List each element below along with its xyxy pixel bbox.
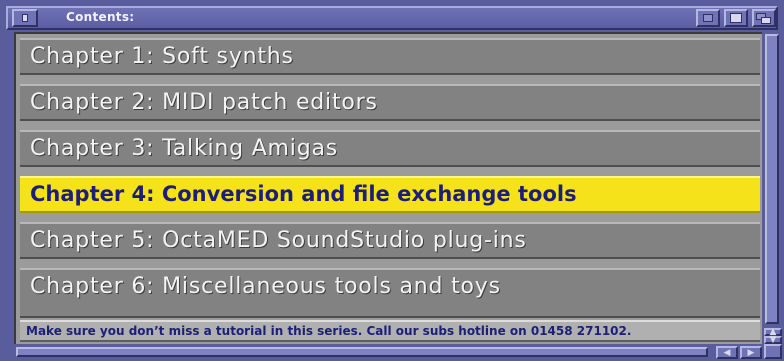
- close-icon[interactable]: [12, 9, 38, 27]
- zoom-icon[interactable]: [724, 9, 748, 27]
- subscription-notice: Make sure you don’t miss a tutorial in t…: [20, 320, 760, 342]
- vertical-scrollbar[interactable]: [764, 32, 780, 326]
- chapter-item-5[interactable]: Chapter 5: OctaMED SoundStudio plug-ins: [20, 222, 760, 259]
- chapter-item-2[interactable]: Chapter 2: MIDI patch editors: [20, 84, 760, 121]
- arrow-right-icon[interactable]: ▶: [740, 346, 762, 359]
- chapter-item-4-selected[interactable]: Chapter 4: Conversion and file exchange …: [20, 176, 760, 213]
- arrow-down-icon[interactable]: ▼: [764, 336, 782, 345]
- iconify-icon[interactable]: [696, 9, 720, 27]
- chapter-list: Chapter 1: Soft synths Chapter 2: MIDI p…: [14, 32, 762, 344]
- horizontal-scrollbar[interactable]: [14, 346, 714, 358]
- contents-window: Contents: Chapter 1: Soft synths Chapter…: [0, 0, 784, 361]
- chapter-item-6[interactable]: Chapter 6: Miscellaneous tools and toys: [20, 268, 760, 318]
- chapter-item-3[interactable]: Chapter 3: Talking Amigas: [20, 130, 760, 167]
- vertical-scroll-thumb[interactable]: [765, 34, 779, 324]
- depth-icon[interactable]: [752, 9, 776, 27]
- arrow-left-icon[interactable]: ◀: [716, 346, 738, 359]
- resize-icon[interactable]: [764, 344, 782, 359]
- chapter-item-1[interactable]: Chapter 1: Soft synths: [20, 38, 760, 75]
- horizontal-scroll-thumb[interactable]: [16, 347, 708, 357]
- title-bar[interactable]: Contents:: [6, 6, 778, 30]
- window-title: Contents:: [66, 10, 135, 24]
